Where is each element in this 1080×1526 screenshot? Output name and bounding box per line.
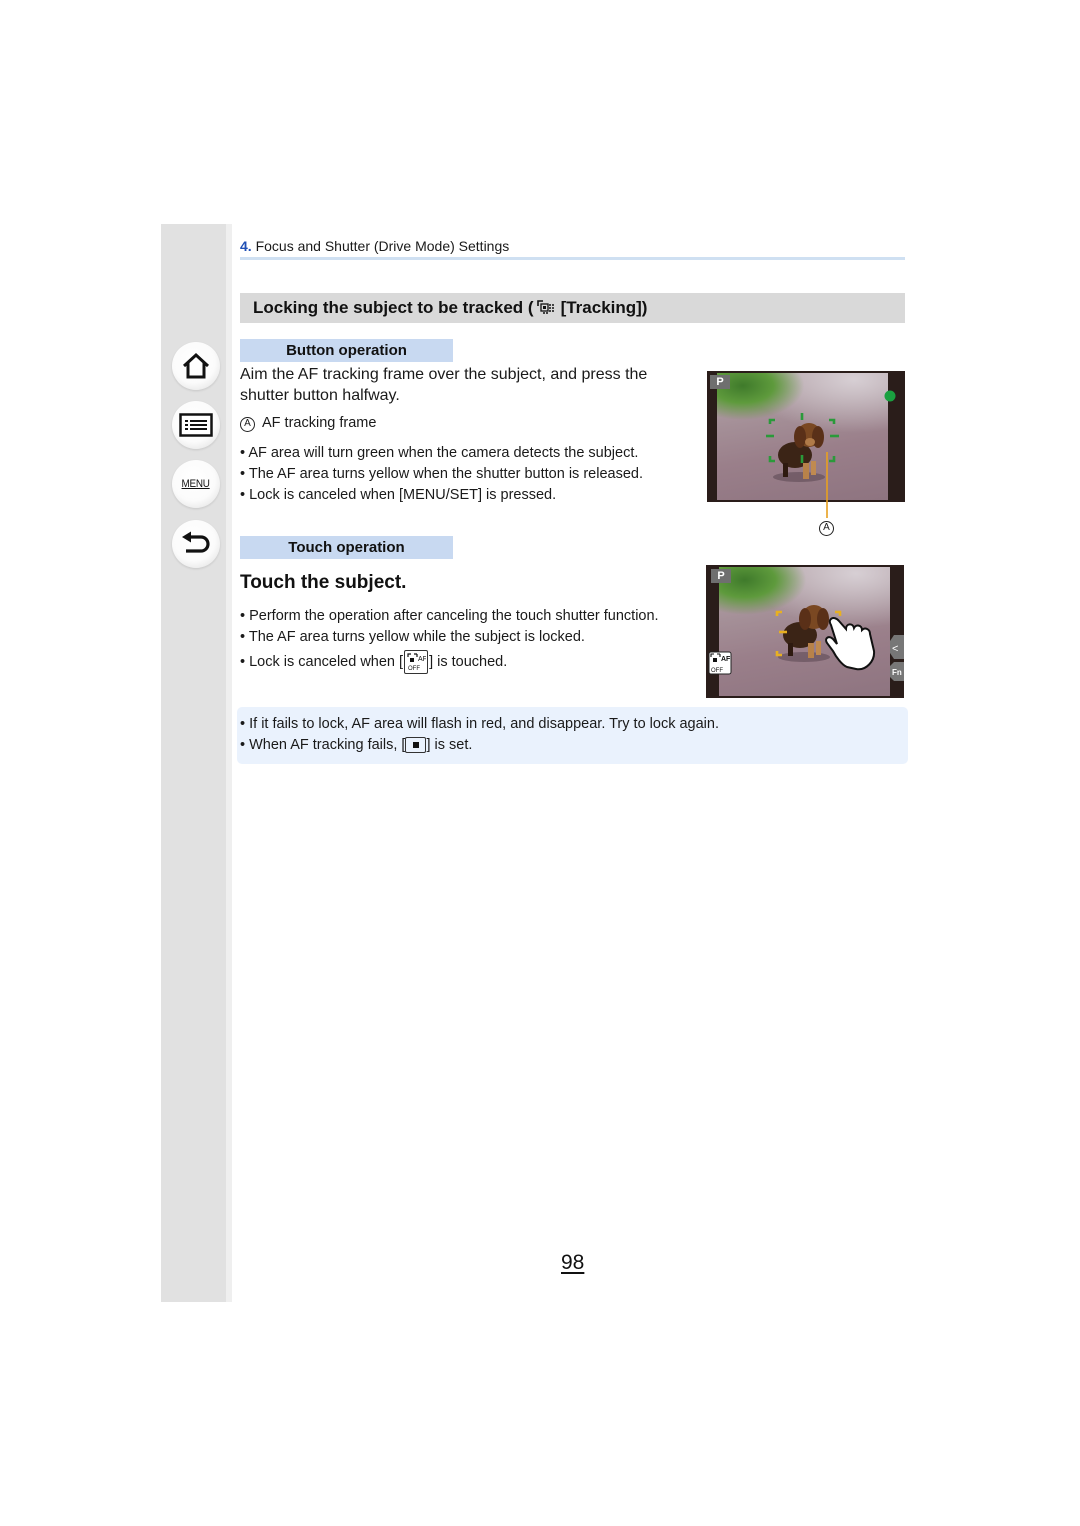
tracking-af-icon [536, 300, 554, 314]
touch-overlay: AF OFF < Fn [708, 605, 904, 681]
home-icon [182, 352, 210, 379]
svg-text:<: < [892, 643, 898, 655]
focus-indicator [884, 390, 896, 402]
section-title: Locking the subject to be tracked ( [Tra… [253, 298, 647, 318]
contents-button[interactable] [172, 401, 220, 449]
button-operation-label: Button operation [240, 339, 453, 362]
bullet-item: • Lock is canceled when [MENU/SET] is pr… [240, 487, 557, 503]
touch-operation-label: Touch operation [240, 536, 453, 559]
callout-a-text: AF tracking frame [262, 415, 377, 431]
side-tab-button: < [890, 635, 904, 659]
bullet-text: Lock is canceled when [ [249, 653, 404, 670]
svg-text:AF: AF [721, 656, 731, 663]
bullet-text: AF area will turn green when the camera … [248, 445, 639, 461]
note-text: ] is set. [426, 737, 473, 753]
note-text: If it fails to lock, AF area will flash … [249, 716, 719, 732]
touch-af-off-button: AF OFF [708, 651, 732, 675]
chapter-title: Focus and Shutter (Drive Mode) Settings [255, 238, 510, 254]
sidebar-edge [226, 224, 232, 1302]
touch-af-off-icon: AF OFF [404, 650, 429, 674]
fn-button: Fn [890, 662, 904, 681]
svg-text:Fn: Fn [892, 668, 902, 677]
back-arrow-icon [182, 531, 210, 553]
svg-text:OFF: OFF [711, 668, 723, 674]
section-title-bar: Locking the subject to be tracked ( [Tra… [240, 293, 905, 323]
1-area-af-icon [405, 737, 427, 754]
bullet-item: • Lock is canceled when [ AF OFF ] is tou… [240, 650, 507, 674]
menu-label: MENU [181, 478, 211, 490]
bullet-text: The AF area turns yellow while the subje… [248, 629, 585, 645]
page-number[interactable]: 98 [561, 1251, 584, 1275]
bullet-text: The AF area turns yellow when the shutte… [248, 466, 643, 482]
list-icon [179, 413, 213, 437]
note-item: • When AF tracking fails, [] is set. [240, 737, 473, 754]
camera-screen-touch-operation: P AF OFF < Fn [706, 565, 904, 698]
button-operation-instruction: Aim the AF tracking frame over the subje… [240, 366, 648, 404]
callout-legend: A AF tracking frame [240, 415, 376, 432]
bullet-item: • The AF area turns yellow when the shut… [240, 466, 643, 482]
chapter-number: 4. [240, 238, 252, 254]
bullet-item: • AF area will turn green when the camer… [240, 445, 639, 461]
chapter-divider [240, 257, 905, 260]
note-item: • If it fails to lock, AF area will flas… [240, 716, 719, 732]
bullet-text: ] is touched. [429, 653, 508, 670]
bullet-text: Lock is canceled when [MENU/SET] is pres… [249, 487, 557, 503]
svg-text:AF: AF [418, 656, 426, 663]
section-title-suffix: [Tracking]) [560, 298, 648, 317]
menu-button[interactable]: MENU [172, 460, 220, 508]
home-button[interactable] [172, 342, 220, 390]
back-button[interactable] [172, 520, 220, 568]
svg-text:OFF: OFF [408, 666, 420, 672]
note-text: When AF tracking fails, [ [249, 737, 406, 753]
callout-a-label: A [819, 518, 834, 536]
section-title-prefix: Locking the subject to be tracked ( [253, 298, 534, 317]
bullet-text: Perform the operation after canceling th… [249, 608, 659, 624]
bullet-item: • The AF area turns yellow while the sub… [240, 629, 585, 645]
touch-hand-icon [825, 617, 876, 671]
chapter-heading: 4. Focus and Shutter (Drive Mode) Settin… [240, 238, 509, 254]
bullet-item: • Perform the operation after canceling … [240, 608, 659, 624]
dog-subject [778, 605, 830, 662]
touch-step-title: Touch the subject. [240, 572, 407, 593]
callout-a-marker: A [240, 416, 255, 432]
